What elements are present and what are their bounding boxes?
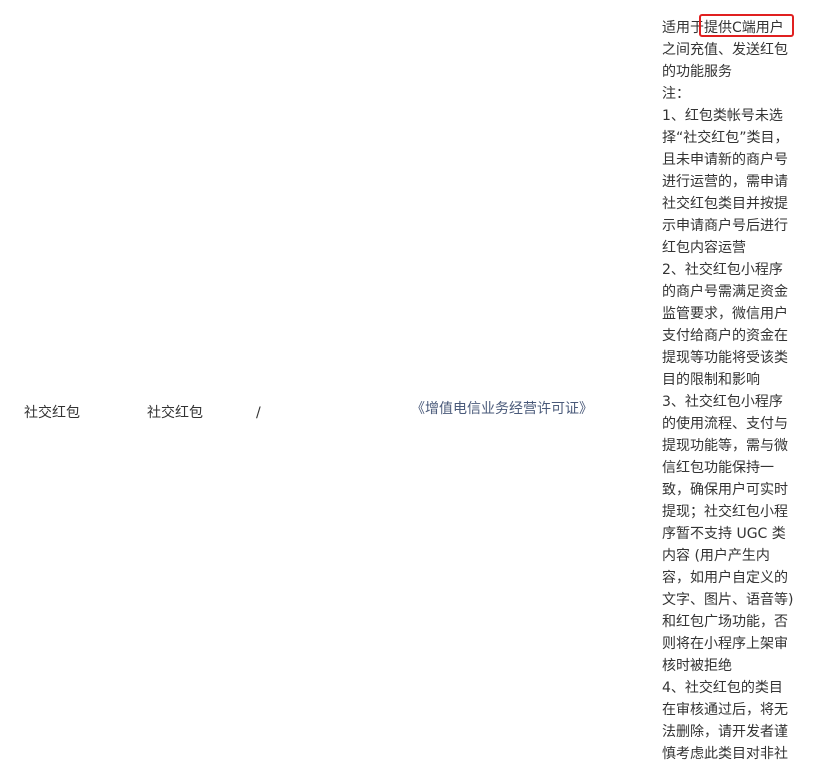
- description-line: 且未申请新的商户号: [662, 152, 788, 168]
- category-level1-cell: 社交红包: [24, 405, 80, 421]
- description-line: 社交红包类目并按提: [662, 196, 788, 212]
- description-line: 法删除，请开发者谨: [662, 724, 788, 740]
- description-line: 目的限制和影响: [662, 372, 760, 388]
- description-line: 慎考虑此类目对非社: [662, 746, 788, 762]
- description-line: 致，确保用户可实时: [662, 482, 788, 498]
- description-line: 示申请商户号后进行: [662, 218, 788, 234]
- description-line: 信红包功能保持一: [662, 460, 774, 476]
- description-line: 3、社交红包小程序: [662, 394, 783, 410]
- description-line: 内容 (用户产生内: [662, 548, 770, 564]
- description-line: 则将在小程序上架审: [662, 636, 788, 652]
- description-line: 和红包广场功能，否: [662, 614, 788, 630]
- description-line: 红包内容运营: [662, 240, 746, 256]
- description-line: 提现；社交红包小程: [662, 504, 788, 520]
- description-line: 2、社交红包小程序: [662, 262, 783, 278]
- description-line: 支付给商户的资金在: [662, 328, 788, 344]
- license-cell: 《增值电信业务经营许可证》: [411, 401, 593, 417]
- description-line: 适用于提供C端用户: [662, 20, 784, 36]
- description-line: 提现等功能将受该类: [662, 350, 788, 366]
- description-line: 注：: [662, 86, 690, 102]
- description-line: 的功能服务: [662, 64, 732, 80]
- description-line: 序暂不支持 UGC 类: [662, 526, 786, 542]
- description-line: 1、红包类帐号未选: [662, 108, 783, 124]
- category-level2-cell: 社交红包: [147, 405, 203, 421]
- description-line: 核时被拒绝: [662, 658, 732, 674]
- description-line: 容，如用户自定义的: [662, 570, 788, 586]
- description-line: 的使用流程、支付与: [662, 416, 788, 432]
- description-cell: 适用于提供C端用户 之间充值、发送红包 的功能服务 注： 1、红包类帐号未选 择…: [662, 17, 802, 765]
- description-line: 4、社交红包的类目: [662, 680, 783, 696]
- description-line: 择“社交红包”类目，: [662, 130, 789, 146]
- description-line: 提现功能等，需与微: [662, 438, 788, 454]
- description-line: 监管要求，微信用户: [662, 306, 788, 322]
- qualification-cell: /: [256, 405, 261, 421]
- description-line: 之间充值、发送红包: [662, 42, 788, 58]
- description-line: 进行运营的，需申请: [662, 174, 788, 190]
- description-line: 文字、图片、语音等): [662, 592, 794, 608]
- description-line: 在审核通过后，将无: [662, 702, 788, 718]
- description-line: 的商户号需满足资金: [662, 284, 788, 300]
